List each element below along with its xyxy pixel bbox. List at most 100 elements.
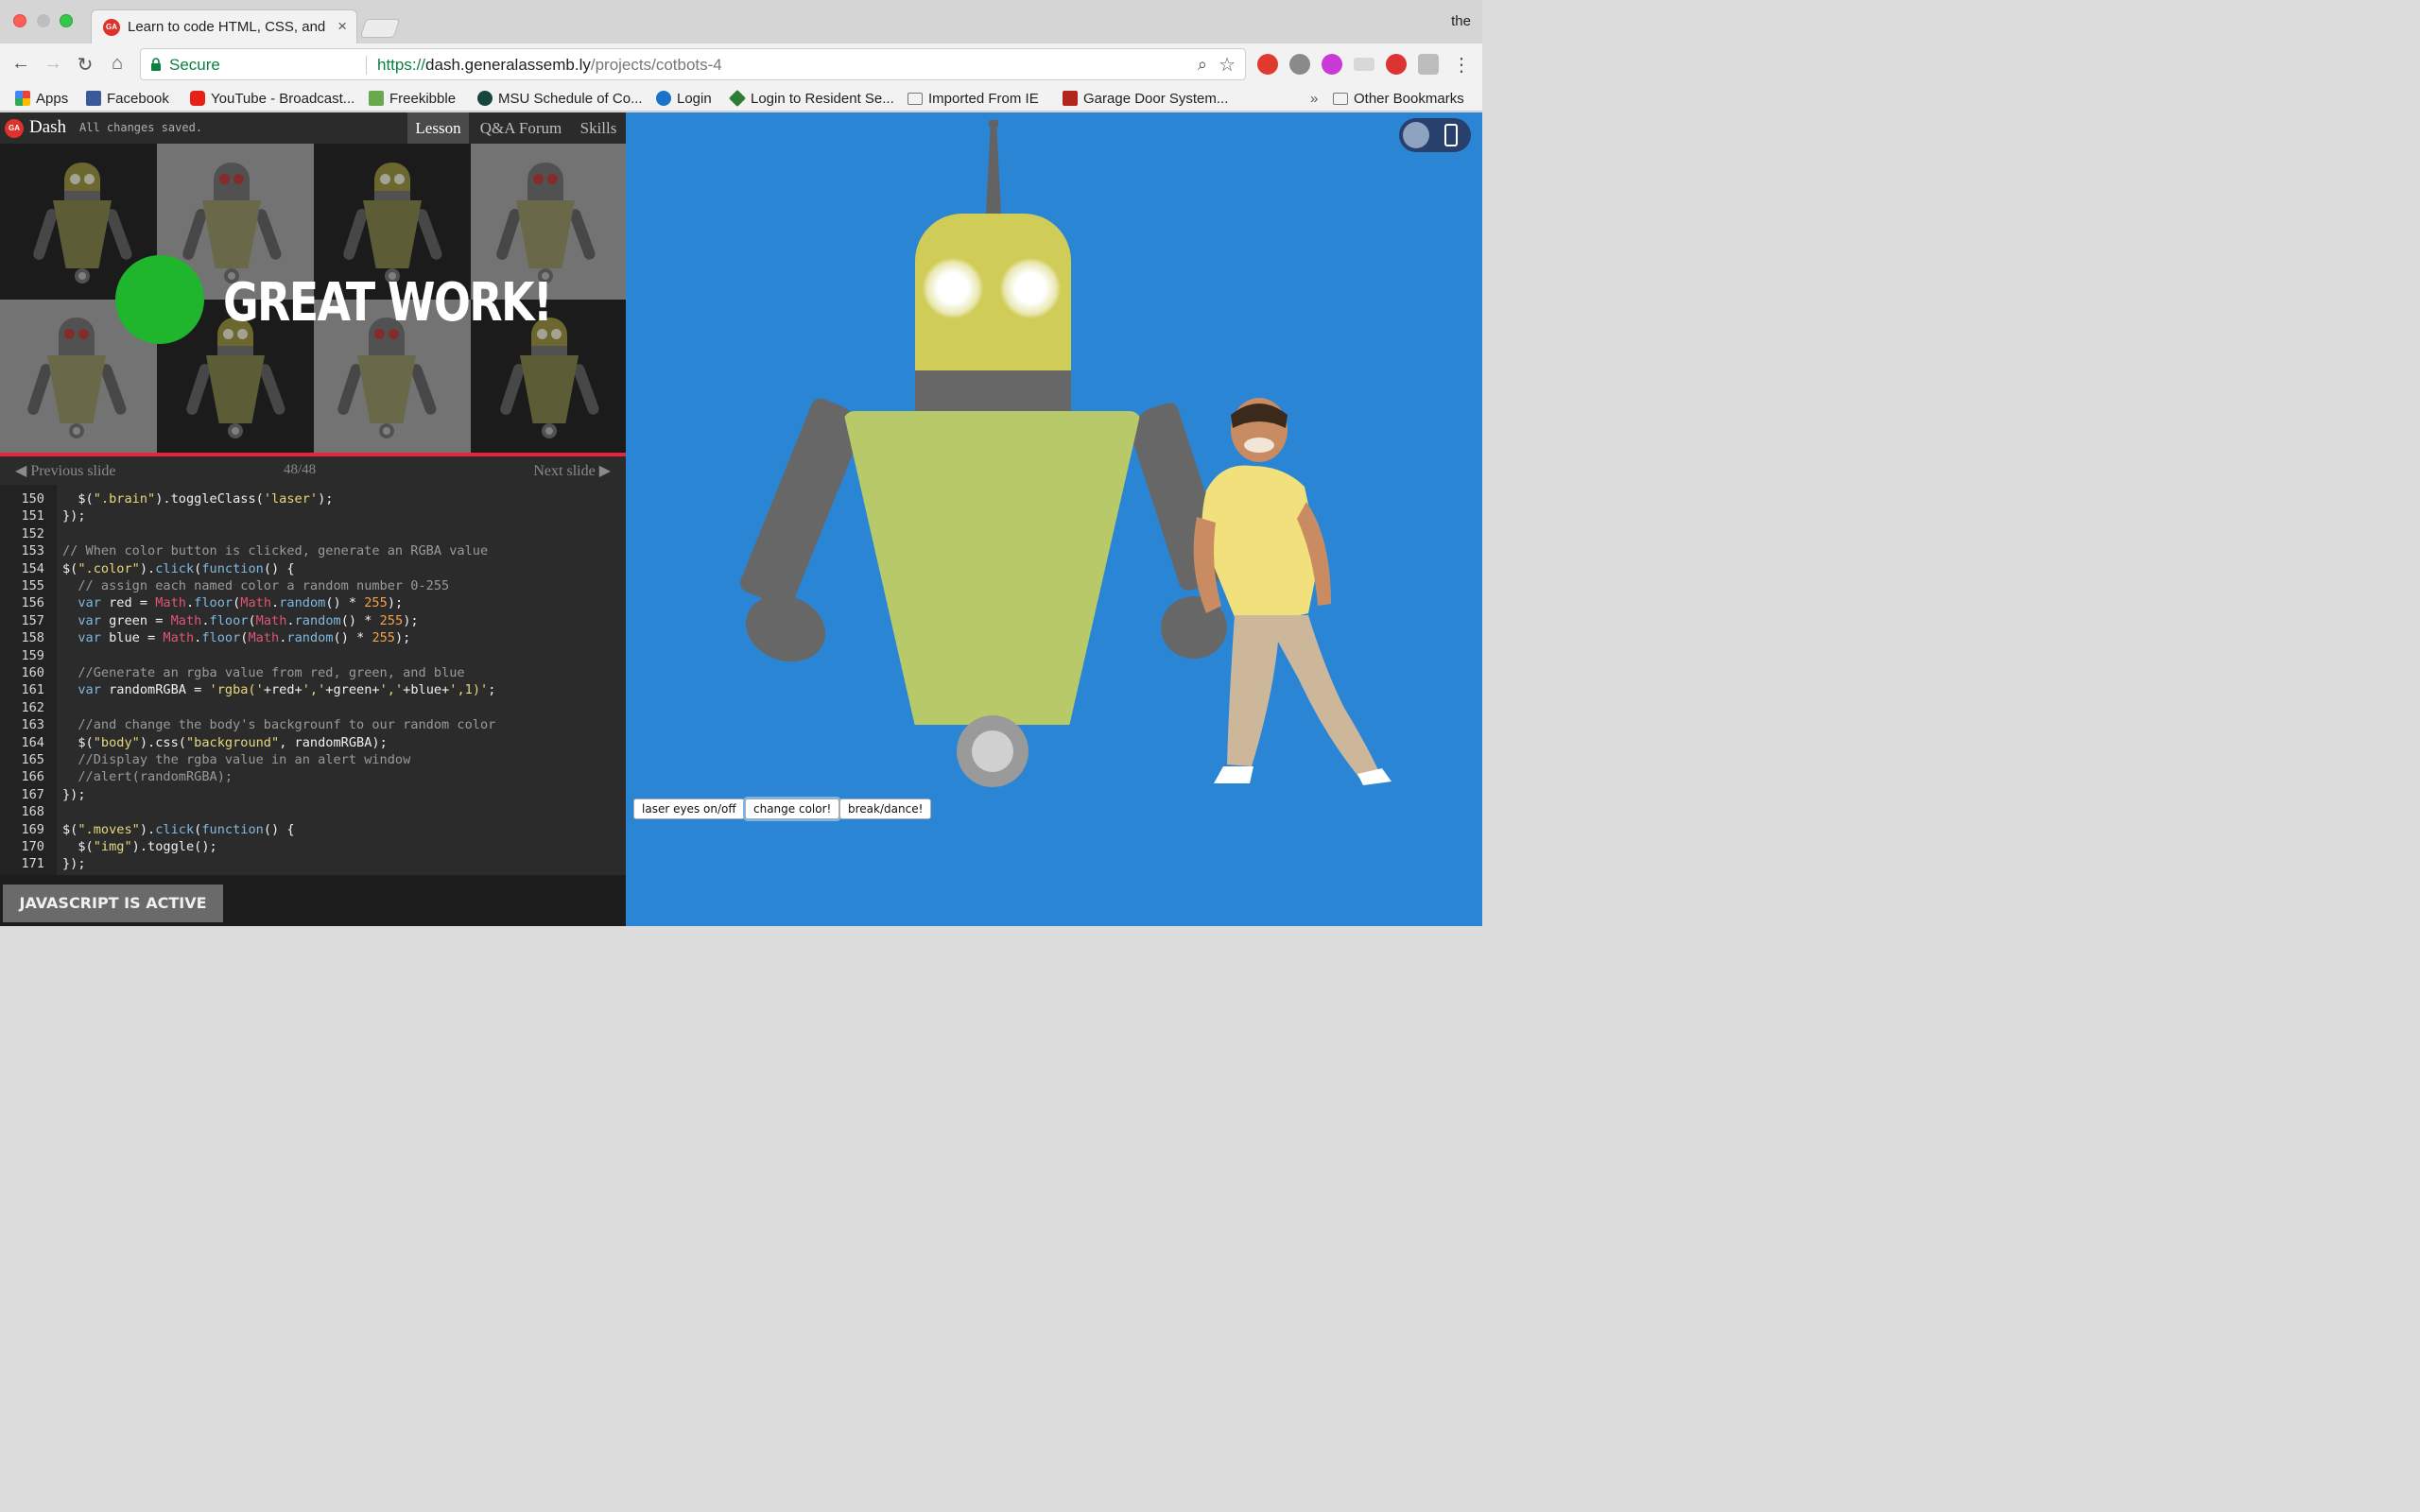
code-line[interactable]: 156 var red = Math.floor(Math.random() *… — [0, 594, 626, 611]
javascript-active-button[interactable]: JAVASCRIPT IS ACTIVE — [3, 885, 223, 922]
code-line[interactable]: 168 — [0, 803, 626, 820]
code-line[interactable]: 157 var green = Math.floor(Math.random()… — [0, 612, 626, 629]
laser-eyes-toggle-button[interactable]: laser eyes on/off — [633, 799, 745, 819]
code-text: $(".brain").toggleClass('laser'); — [62, 491, 334, 507]
reload-icon[interactable]: ↻ — [74, 53, 96, 77]
bookmark-login[interactable]: Login — [656, 88, 712, 109]
code-line[interactable]: 169 $(".moves").click(function() { — [0, 821, 626, 838]
secure-label: Secure — [169, 56, 220, 74]
code-line[interactable]: 163 //and change the body's backgrounf t… — [0, 716, 626, 733]
profile-name[interactable]: the — [1451, 13, 1471, 29]
line-number: 156 — [21, 595, 44, 611]
line-number: 166 — [21, 769, 44, 785]
change-color-button[interactable]: change color! — [745, 799, 840, 819]
address-bar[interactable]: Secure https://dash.generalassemb.ly/pro… — [140, 48, 1246, 80]
next-slide-label: Next slide — [533, 463, 596, 479]
home-icon[interactable]: ⌂ — [106, 53, 129, 75]
code-line[interactable]: 158 var blue = Math.floor(Math.random() … — [0, 629, 626, 646]
extension-arrow-icon[interactable] — [1322, 54, 1342, 75]
code-line[interactable]: 152 — [0, 525, 626, 542]
bookmark-apps[interactable]: Apps — [15, 88, 68, 109]
back-icon[interactable]: ← — [9, 53, 32, 75]
bookmark-facebook[interactable]: Facebook — [86, 88, 169, 109]
code-line[interactable]: 155 // assign each named color a random … — [0, 577, 626, 594]
window-zoom-button[interactable] — [60, 14, 73, 27]
bookmark-freekibble[interactable]: Freekibble — [369, 88, 456, 109]
robot-left-hand — [735, 584, 836, 673]
code-line[interactable]: 171}); — [0, 855, 626, 872]
bookmark-label: Login to Resident Se... — [751, 90, 894, 107]
code-line[interactable]: 170 $("img").toggle(); — [0, 838, 626, 855]
ga-logo-icon[interactable]: GA — [5, 119, 24, 138]
zoom-icon[interactable]: ⌕ — [1198, 55, 1207, 75]
line-number: 169 — [21, 821, 44, 837]
code-line[interactable]: 151}); — [0, 507, 626, 524]
bookmark-youtube[interactable]: YouTube - Broadcast... — [190, 88, 354, 109]
code-text: var randomRGBA = 'rgba('+red+','+green+'… — [78, 682, 496, 698]
code-line[interactable]: 161 var randomRGBA = 'rgba('+red+','+gre… — [0, 681, 626, 698]
robot-body — [843, 411, 1141, 725]
code-text: $("body").css("background", randomRGBA); — [62, 734, 388, 750]
line-number: 168 — [21, 804, 44, 820]
bookmark-garage[interactable]: Garage Door System... — [1063, 88, 1228, 109]
youtube-icon — [190, 91, 205, 106]
code-line[interactable]: 154 $(".color").click(function() { — [0, 560, 626, 577]
break-dance-button[interactable]: break/dance! — [839, 799, 932, 819]
code-line[interactable]: 162 — [0, 699, 626, 716]
code-text: var green = Math.floor(Math.random() * 2… — [78, 612, 419, 628]
code-editor[interactable]: 150 $(".brain").toggleClass('laser'); 151… — [0, 485, 626, 875]
robot-wheel-hub — [972, 730, 1013, 772]
tab-title: Learn to code HTML, CSS, and — [128, 19, 326, 35]
slide-counter: 48/48 — [284, 462, 317, 477]
code-line[interactable]: 165 //Display the rgba value in an alert… — [0, 751, 626, 768]
extension-script-icon[interactable] — [1418, 54, 1439, 75]
code-line[interactable]: 159 — [0, 647, 626, 664]
bookmarks-overflow-button[interactable]: » — [1310, 88, 1318, 109]
bookmark-label: Login — [677, 90, 712, 107]
url-scheme: https:// — [377, 56, 426, 74]
save-status: All changes saved. — [79, 121, 203, 134]
toggle-knob — [1403, 122, 1429, 148]
tab-skills[interactable]: Skills — [575, 112, 622, 144]
tab-lesson[interactable]: Lesson — [407, 112, 469, 144]
bookmark-star-icon[interactable]: ☆ — [1219, 53, 1236, 77]
extension-adblock-icon[interactable] — [1257, 54, 1278, 75]
extension-film-icon[interactable] — [1289, 54, 1310, 75]
other-bookmarks-folder[interactable]: Other Bookmarks — [1333, 88, 1464, 109]
previous-slide-button[interactable]: ◀ Previous slide — [15, 461, 116, 480]
code-line[interactable]: 166 //alert(randomRGBA); — [0, 768, 626, 785]
browser-tab-strip: GA Learn to code HTML, CSS, and × the — [0, 0, 1482, 43]
extension-badge-icon[interactable] — [1386, 54, 1407, 75]
tab-close-icon[interactable]: × — [337, 17, 347, 36]
next-slide-button[interactable]: Next slide ▶ — [533, 461, 611, 480]
chevron-right-icon: ▶ — [595, 463, 611, 479]
bookmark-msu[interactable]: MSU Schedule of Co... — [477, 88, 643, 109]
omnibox-divider — [366, 56, 367, 75]
new-tab-button[interactable] — [359, 19, 401, 38]
chrome-menu-icon[interactable]: ⋮ — [1450, 53, 1473, 77]
code-line[interactable]: 150 $(".brain").toggleClass('laser'); — [0, 490, 626, 507]
dash-title[interactable]: Dash — [29, 117, 66, 138]
code-text: //alert(randomRGBA); — [78, 769, 233, 785]
url-text[interactable]: https://dash.generalassemb.ly/projects/c… — [377, 56, 722, 75]
bookmark-resident[interactable]: Login to Resident Se... — [728, 88, 894, 109]
code-line[interactable]: 164 $("body").css("background", randomRG… — [0, 734, 626, 751]
bookmark-label: Facebook — [107, 90, 169, 107]
code-text: $(".color").click(function() { — [62, 560, 295, 576]
code-line[interactable]: 167}); — [0, 786, 626, 803]
window-close-button[interactable] — [13, 14, 26, 27]
forward-icon[interactable]: → — [42, 53, 64, 75]
browser-tab-active[interactable]: GA Learn to code HTML, CSS, and × — [91, 9, 357, 43]
bookmark-folder-ie[interactable]: Imported From IE — [908, 88, 1039, 109]
line-number: 171 — [21, 856, 44, 872]
browser-toolbar: ← → ↻ ⌂ Secure https://dash.generalassem… — [0, 43, 1482, 85]
ga-favicon-icon: GA — [103, 19, 120, 36]
window-minimize-button[interactable] — [37, 14, 50, 27]
tab-qa-forum[interactable]: Q&A Forum — [476, 112, 565, 144]
code-text: // assign each named color a random numb… — [78, 578, 450, 593]
line-number: 155 — [21, 578, 44, 593]
device-preview-toggle[interactable] — [1399, 118, 1471, 152]
extension-card-icon[interactable] — [1354, 58, 1374, 71]
code-line[interactable]: 153 // When color button is clicked, gene… — [0, 542, 626, 559]
code-line[interactable]: 160 //Generate an rgba value from red, g… — [0, 664, 626, 681]
